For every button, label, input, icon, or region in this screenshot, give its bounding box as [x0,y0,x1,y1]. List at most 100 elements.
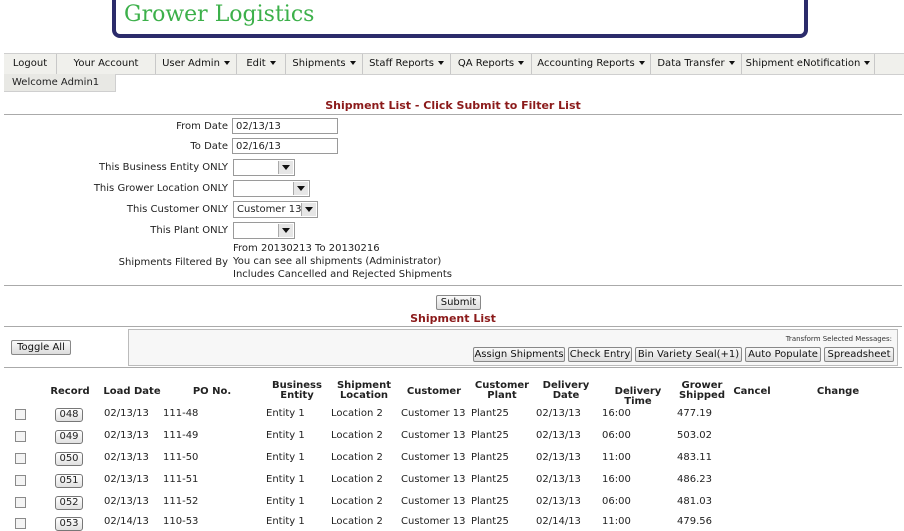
plant-cell: Plant25 [471,452,509,463]
record-button[interactable]: 048 [55,408,83,422]
plant-cell: Plant25 [471,408,509,419]
chevron-down-icon [728,61,735,65]
from-date-input[interactable]: 02/13/13 [232,118,338,134]
to-date-input[interactable]: 02/16/13 [232,138,338,154]
row-checkbox[interactable] [15,518,26,529]
menu-your-account[interactable]: Your Account [57,54,156,74]
chevron-down-icon [278,224,293,237]
grower-location-select[interactable] [233,180,310,197]
filter-info-line: You can see all shipments (Administrator… [233,256,442,267]
auto-populate-button[interactable]: Auto Populate [745,347,821,362]
column-header-load-date: Load Date [103,386,161,397]
menu-logout[interactable]: Logout [4,54,57,74]
menu-label: Your Account [73,58,139,69]
menu-label: QA Reports [457,58,515,69]
delivery-date-cell: 02/13/13 [536,496,581,507]
filter-title: Shipment List - Click Submit to Filter L… [325,99,581,112]
toggle-all-button[interactable]: Toggle All [11,340,71,355]
bin-variety-seal-button[interactable]: Bin Variety Seal(+1) [635,347,742,362]
row-checkbox[interactable] [15,431,26,442]
load-date-cell: 02/13/13 [104,474,149,485]
column-header-delivery-date: Delivery Date [542,380,590,401]
delivery-time-cell: 11:00 [602,452,631,463]
grower-location-label: This Grower Location ONLY [93,183,228,194]
po-cell: 111-51 [163,474,199,485]
business-entity-select[interactable] [233,159,295,176]
plant-label: This Plant ONLY [150,225,228,236]
column-header-cancel: Cancel [733,386,771,397]
record-button[interactable]: 052 [55,496,83,510]
business-entity-label: This Business Entity ONLY [99,162,228,173]
delivery-time-cell: 16:00 [602,474,631,485]
menu-accounting-reports[interactable]: Accounting Reports [532,54,651,74]
plant-cell: Plant25 [471,516,509,527]
menu-edit[interactable]: Edit [237,54,286,74]
filtered-by-label: Shipments Filtered By [118,257,228,268]
row-checkbox[interactable] [15,453,26,464]
row-checkbox[interactable] [15,497,26,508]
po-cell: 111-48 [163,408,199,419]
delivery-date-cell: 02/14/13 [536,516,581,527]
location-cell: Location 2 [331,474,383,485]
record-button[interactable]: 053 [55,517,83,531]
menu-staff-reports[interactable]: Staff Reports [363,54,451,74]
delivery-date-cell: 02/13/13 [536,474,581,485]
column-header-record: Record [50,386,90,397]
chevron-down-icon [223,61,230,65]
shipped-cell: 483.11 [677,452,712,463]
column-header-business-entity: Business Entity [272,380,322,401]
entity-cell: Entity 1 [266,496,305,507]
plant-cell: Plant25 [471,496,509,507]
location-cell: Location 2 [331,408,383,419]
load-date-cell: 02/14/13 [104,516,149,527]
customer-select[interactable]: Customer 13 [233,201,318,218]
row-checkbox[interactable] [15,409,26,420]
menu-label: Shipments [292,58,346,69]
filter-info-line: From 20130213 To 20130216 [233,243,380,254]
menu-shipments[interactable]: Shipments [286,54,363,74]
shipped-cell: 479.56 [677,516,712,527]
entity-cell: Entity 1 [266,408,305,419]
chevron-down-icon [269,61,276,65]
record-button[interactable]: 050 [55,452,83,466]
record-button[interactable]: 051 [55,474,83,488]
welcome-message: Welcome Admin1 [4,74,116,92]
delivery-time-cell: 06:00 [602,496,631,507]
submit-button[interactable]: Submit [436,295,481,310]
column-header-delivery-time: Delivery Time [614,386,662,407]
row-checkbox[interactable] [15,475,26,486]
customer-label: This Customer ONLY [126,204,228,215]
record-button[interactable]: 049 [55,430,83,444]
chevron-down-icon [349,61,356,65]
menu-label: Accounting Reports [537,58,635,69]
load-date-cell: 02/13/13 [104,408,149,419]
menu-data-transfer[interactable]: Data Transfer [651,54,742,74]
chevron-down-icon [301,203,316,216]
spreadsheet-button[interactable]: Spreadsheet [824,347,894,362]
customer-cell: Customer 13 [401,516,466,527]
menu-user-admin[interactable]: User Admin [156,54,237,74]
entity-cell: Entity 1 [266,516,305,527]
load-date-cell: 02/13/13 [104,496,149,507]
customer-cell: Customer 13 [401,452,466,463]
customer-cell: Customer 13 [401,496,466,507]
shipped-cell: 477.19 [677,408,712,419]
shipped-cell: 481.03 [677,496,712,507]
chevron-down-icon [437,61,444,65]
column-header-grower-shipped: Grower Shipped [678,380,725,401]
delivery-date-cell: 02/13/13 [536,430,581,441]
menu-label: Shipment eNotification [745,58,861,69]
po-cell: 111-49 [163,430,199,441]
column-header-po-no: PO No. [192,386,232,397]
delivery-time-cell: 06:00 [602,430,631,441]
menu-shipment-enotification[interactable]: Shipment eNotification [742,54,875,74]
chevron-down-icon [864,61,871,65]
customer-cell: Customer 13 [401,474,466,485]
check-entry-button[interactable]: Check Entry [568,347,632,362]
to-date-label: To Date [190,141,228,152]
assign-shipments-button[interactable]: Assign Shipments [473,347,565,362]
shipped-cell: 503.02 [677,430,712,441]
plant-select[interactable] [233,222,295,239]
customer-cell: Customer 13 [401,408,466,419]
menu-qa-reports[interactable]: QA Reports [451,54,532,74]
